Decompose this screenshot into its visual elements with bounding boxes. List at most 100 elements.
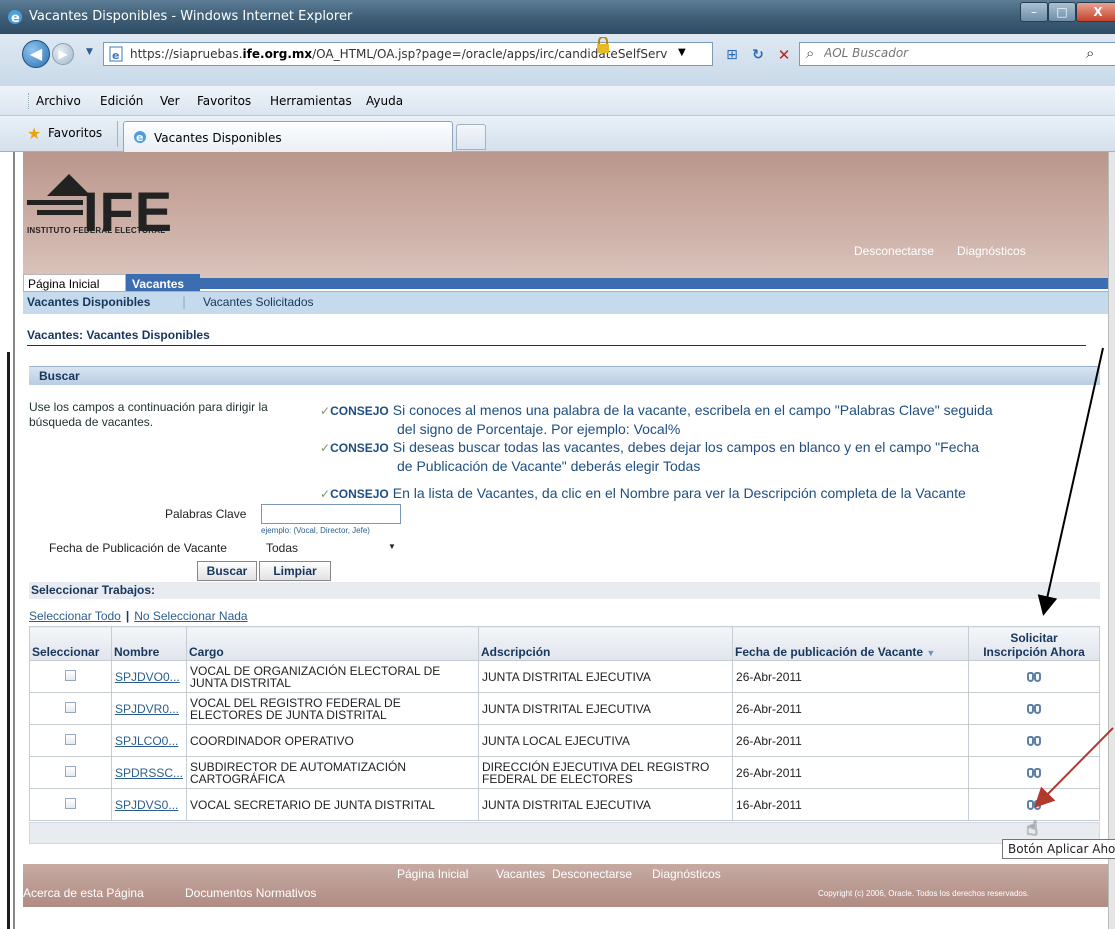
page-footer: Página Inicial Vacantes Desconectarse Di… — [23, 864, 1108, 907]
search-box[interactable]: ⌕ — [799, 42, 1115, 66]
apply-now-icon[interactable] — [1027, 669, 1041, 683]
back-arrow-icon[interactable]: ◀ — [22, 40, 50, 68]
col-assignment: Adscripción — [478, 626, 734, 661]
apply-cell — [968, 692, 1100, 725]
table-row: SPJDVR0... VOCAL DEL REGISTRO FEDERAL DE … — [29, 692, 1100, 725]
tab-bar-line — [200, 278, 1108, 289]
apply-cell — [968, 724, 1100, 757]
search-go-icon[interactable]: ⌕ — [1086, 44, 1094, 62]
address-dropdown-icon[interactable]: ▼ — [678, 47, 686, 58]
row-checkbox[interactable] — [29, 660, 112, 693]
tab-vacantes[interactable]: Vacantes — [126, 274, 200, 291]
row-checkbox[interactable] — [29, 788, 112, 821]
history-dropdown-icon[interactable]: ▼ — [86, 47, 93, 57]
browser-tab-label: Vacantes Disponibles — [154, 131, 282, 145]
select-none-link[interactable]: No Seleccionar Nada — [134, 609, 247, 623]
footer-docs-link[interactable]: Documentos Normativos — [185, 886, 316, 900]
new-tab-button[interactable] — [456, 124, 486, 150]
row-checkbox[interactable] — [29, 724, 112, 757]
tab-home[interactable]: Página Inicial — [23, 274, 126, 291]
table-footer — [29, 822, 1100, 844]
footer-link-home[interactable]: Página Inicial — [397, 867, 468, 881]
job-name-link[interactable]: SPJDVO0... — [115, 670, 180, 684]
diagnostics-link[interactable]: Diagnósticos — [957, 244, 1026, 258]
menu-bar: Archivo Edición Ver Favoritos Herramient… — [0, 86, 1115, 116]
forward-arrow-icon[interactable]: ▶ — [52, 43, 74, 65]
col-date[interactable]: Fecha de publicación de Vacante ▼ — [732, 626, 970, 661]
job-name-link[interactable]: SPJDVS0... — [115, 798, 178, 812]
svg-text:e: e — [136, 131, 143, 144]
job-name-cell: SPJDVS0... — [110, 788, 188, 821]
footer-link-diagnostics[interactable]: Diagnósticos — [652, 867, 721, 881]
ie-icon: e — [134, 131, 146, 144]
keywords-input[interactable] — [261, 504, 401, 524]
menu-ayuda[interactable]: Ayuda — [366, 94, 403, 108]
menu-archivo[interactable]: Archivo — [36, 94, 81, 108]
apply-now-icon[interactable] — [1027, 733, 1041, 747]
search-button[interactable]: Buscar — [197, 561, 257, 581]
tooltip: Botón Aplicar Aho — [1002, 839, 1115, 859]
refresh-icon[interactable]: ↻ — [748, 45, 768, 65]
job-name-cell: SPDRSSC... — [110, 756, 188, 789]
menu-favoritos[interactable]: Favoritos — [197, 94, 251, 108]
job-position-cell: VOCAL DEL REGISTRO FEDERAL DE ELECTORES … — [186, 692, 480, 725]
sort-icon: ▼ — [926, 648, 936, 658]
date-select[interactable]: Todas ▼ — [261, 540, 401, 557]
close-button[interactable]: X — [1076, 2, 1115, 22]
title-bar: e Vacantes Disponibles - Windows Interne… — [0, 0, 1115, 34]
compatibility-icon[interactable]: ⊞ — [722, 45, 742, 65]
address-bar[interactable]: e https://siapruebas.ife.org.mx/OA_HTML/… — [103, 42, 713, 66]
apply-now-icon[interactable] — [1027, 797, 1041, 811]
search-input[interactable] — [824, 46, 1074, 60]
favorites-button[interactable]: Favoritos — [48, 126, 102, 140]
apply-now-icon[interactable] — [1027, 701, 1041, 715]
copyright-text: Copyright (c) 2006, Oracle. Todos los de… — [818, 889, 1030, 898]
footer-link-logout[interactable]: Desconectarse — [552, 867, 632, 881]
job-position-cell: VOCAL DE ORGANIZACIÓN ELECTORAL DE JUNTA… — [186, 660, 480, 693]
apply-now-icon[interactable] — [1027, 765, 1041, 779]
menu-ver[interactable]: Ver — [160, 94, 180, 108]
maximize-button[interactable]: □ — [1048, 2, 1076, 22]
row-checkbox[interactable] — [29, 692, 112, 725]
menu-herramientas[interactable]: Herramientas — [270, 94, 352, 108]
selection-links: Seleccionar Todo | No Seleccionar Nada — [29, 609, 248, 623]
dropdown-arrow-icon: ▼ — [388, 542, 396, 551]
star-icon[interactable]: ★ — [27, 124, 41, 143]
minimize-button[interactable]: – — [1020, 2, 1048, 22]
check-icon: ✓ — [320, 487, 331, 501]
page-title: Vacantes: Vacantes Disponibles — [27, 328, 210, 342]
keywords-label: Palabras Clave — [165, 507, 247, 521]
row-checkbox[interactable] — [29, 756, 112, 789]
footer-about-link[interactable]: Acerca de esta Página — [23, 886, 144, 900]
menu-edicion[interactable]: Edición — [100, 94, 143, 108]
job-name-cell: SPJDVO0... — [110, 660, 188, 693]
logout-link[interactable]: Desconectarse — [854, 244, 934, 258]
date-label: Fecha de Publicación de Vacante — [49, 541, 227, 555]
job-position-cell: COORDINADOR OPERATIVO — [186, 724, 480, 757]
job-assignment-cell: JUNTA DISTRITAL EJECUTIVA — [478, 788, 734, 821]
ife-logo: IFE INSTITUTO FEDERAL ELECTORAL — [23, 162, 223, 242]
select-all-link[interactable]: Seleccionar Todo — [29, 609, 121, 623]
job-name-link[interactable]: SPDRSSC... — [115, 766, 183, 780]
window-title: Vacantes Disponibles - Windows Internet … — [29, 9, 353, 24]
job-name-link[interactable]: SPJLCO0... — [115, 734, 178, 748]
job-date-cell: 26-Abr-2011 — [732, 660, 970, 693]
keywords-hint: ejemplo: (Vocal, Director, Jefe) — [261, 526, 370, 535]
subnav-vacantes-solicitados[interactable]: Vacantes Solicitados — [203, 295, 314, 309]
stop-icon[interactable]: ✕ — [774, 45, 794, 65]
lock-icon[interactable] — [596, 37, 610, 53]
job-name-cell: SPJDVR0... — [110, 692, 188, 725]
svg-text:e: e — [11, 11, 20, 26]
sub-navigation: Vacantes Disponibles | Vacantes Solicita… — [23, 291, 1108, 314]
browser-tab[interactable]: e Vacantes Disponibles — [123, 121, 453, 152]
clear-button[interactable]: Limpiar — [259, 561, 331, 581]
date-select-value: Todas — [266, 541, 299, 555]
search-heading: Buscar — [39, 369, 80, 383]
search-icon: ⌕ — [806, 44, 815, 62]
job-name-link[interactable]: SPJDVR0... — [115, 702, 179, 716]
page-icon: e — [109, 46, 123, 62]
job-assignment-cell: JUNTA LOCAL EJECUTIVA — [478, 724, 734, 757]
footer-link-vacantes[interactable]: Vacantes — [496, 867, 545, 881]
vertical-scrollbar[interactable] — [1108, 152, 1115, 929]
subnav-vacantes-disponibles[interactable]: Vacantes Disponibles — [27, 295, 150, 309]
